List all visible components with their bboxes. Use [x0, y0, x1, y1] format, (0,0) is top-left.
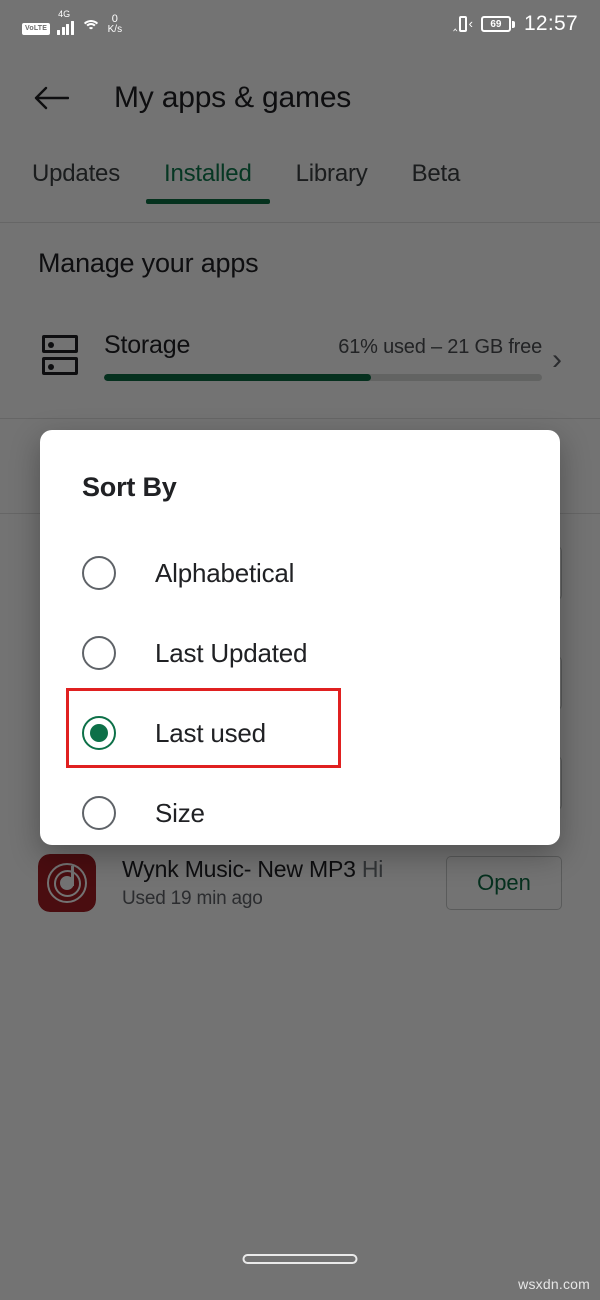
- sort-by-dialog: Sort By Alphabetical Last Updated Last u…: [40, 430, 560, 845]
- network-type-label: 4G: [58, 8, 71, 19]
- volte-icon: VoLTE: [22, 22, 51, 35]
- gesture-home-bar[interactable]: [242, 1254, 358, 1264]
- sort-option-last-updated[interactable]: Last Updated: [40, 613, 560, 693]
- dialog-title: Sort By: [82, 472, 177, 502]
- sort-option-label: Size: [155, 797, 205, 828]
- wifi-icon: [80, 19, 101, 35]
- radio-icon-selected[interactable]: [82, 716, 116, 750]
- sort-option-label: Last used: [155, 717, 266, 748]
- status-bar: VoLTE 4G 0 K/s ‸ ‹ 69 12:57: [0, 0, 600, 48]
- battery-level-label: 69: [480, 16, 511, 32]
- sort-option-label: Last Updated: [155, 637, 308, 668]
- radio-icon[interactable]: [82, 796, 116, 830]
- cellular-signal-icon: 4G: [57, 9, 74, 35]
- network-speed-unit: K/s: [107, 23, 123, 35]
- radio-icon[interactable]: [82, 556, 116, 590]
- sort-option-last-used[interactable]: Last used: [40, 693, 560, 773]
- watermark: wsxdn.com: [518, 1276, 590, 1292]
- status-bar-clock: 12:57: [523, 12, 578, 35]
- network-speed-indicator: 0 K/s: [107, 13, 123, 35]
- sort-option-size[interactable]: Size: [40, 773, 560, 853]
- sort-option-alphabetical[interactable]: Alphabetical: [40, 533, 560, 613]
- sort-options-group: Alphabetical Last Updated Last used Size: [40, 533, 560, 853]
- vibrate-icon: ‸ ‹: [452, 16, 473, 32]
- battery-icon: 69: [480, 16, 515, 33]
- radio-icon[interactable]: [82, 636, 116, 670]
- sort-option-label: Alphabetical: [155, 557, 295, 588]
